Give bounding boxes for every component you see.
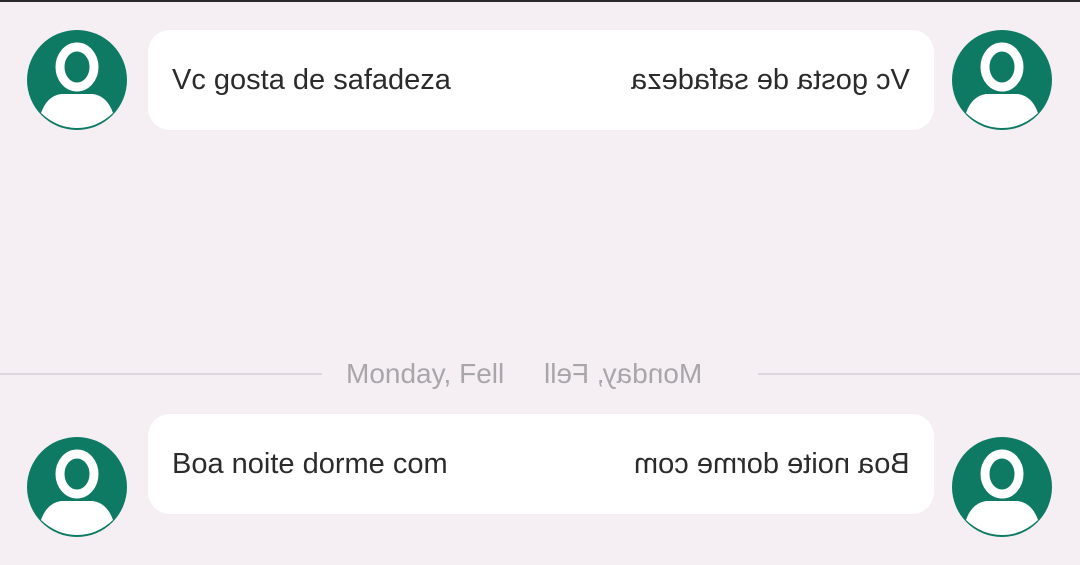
person-icon [952, 30, 1052, 130]
divider-line [758, 373, 1080, 375]
top-border [0, 0, 1080, 2]
person-icon [27, 30, 127, 130]
divider-line [0, 373, 322, 375]
message-text-mirrored: Vc gosta de safadeza [631, 64, 910, 96]
message-text: Boa noite dorme com [172, 448, 448, 480]
date-label: Monday, Fell [346, 358, 505, 389]
message-text-mirrored: Boa noite dorme com [634, 448, 910, 480]
date-label-mirrored: Monday, Fell [544, 358, 703, 389]
person-icon [952, 437, 1052, 537]
message-text: Vc gosta de safadeza [172, 64, 451, 96]
contact-avatar[interactable] [27, 437, 127, 537]
date-divider: Monday, Fell Monday, Fell [0, 352, 1080, 396]
contact-avatar-mirrored[interactable] [952, 437, 1052, 537]
contact-avatar-mirrored[interactable] [952, 30, 1052, 130]
message-bubble[interactable]: Boa noite dorme com Boa noite dorme com [148, 414, 934, 514]
person-icon [27, 437, 127, 537]
message-bubble[interactable]: Vc gosta de safadeza Vc gosta de safadez… [148, 30, 934, 130]
contact-avatar[interactable] [27, 30, 127, 130]
